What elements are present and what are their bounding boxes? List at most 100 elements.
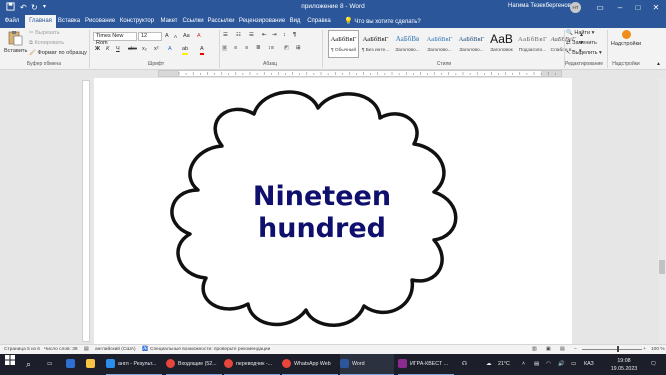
- addins-button[interactable]: Надстройки: [610, 30, 642, 47]
- taskbar-app-inbox[interactable]: Входящие (52...: [166, 354, 222, 375]
- style-title[interactable]: АаВ Заголовок: [486, 30, 517, 58]
- wifi-icon[interactable]: ◠: [546, 354, 551, 375]
- user-name[interactable]: Нагима Тезекбергенова: [508, 3, 574, 9]
- sort-button[interactable]: ↕: [283, 32, 286, 38]
- people-icon[interactable]: ☊: [462, 354, 467, 375]
- taskbar-app-browser[interactable]: англ - Результ...: [106, 354, 162, 375]
- input-language[interactable]: КАЗ: [584, 354, 594, 375]
- strikethrough-button[interactable]: abc: [128, 46, 137, 52]
- zoom-slider[interactable]: [582, 349, 642, 350]
- horizontal-ruler[interactable]: [158, 70, 562, 77]
- minimize-icon[interactable]: –: [610, 0, 630, 15]
- bold-button[interactable]: Ж: [95, 46, 100, 52]
- bullets-button[interactable]: ☰: [223, 32, 228, 38]
- multilevel-list-button[interactable]: ☰: [249, 32, 254, 38]
- style-normal[interactable]: АаБбВвГ ¶ Обычный: [328, 30, 359, 58]
- numbering-button[interactable]: ☷: [236, 32, 241, 38]
- vertical-ruler[interactable]: [82, 80, 90, 342]
- zoom-out-icon[interactable]: −: [574, 347, 577, 352]
- taskbar-app-word[interactable]: Word: [340, 354, 394, 375]
- tray-overflow-icon[interactable]: ˄: [522, 354, 525, 375]
- align-left-button[interactable]: ≡: [222, 45, 228, 51]
- tab-draw[interactable]: Рисование: [85, 15, 115, 28]
- style-heading-1[interactable]: АаБбВв Заголово...: [392, 30, 423, 58]
- increase-indent-button[interactable]: ⇥: [272, 32, 277, 38]
- style-heading-3[interactable]: АаБбВвГ Заголово...: [456, 30, 487, 58]
- page-count[interactable]: Страница 5 из 6: [4, 347, 40, 352]
- cut-button[interactable]: ✂ Вырезать: [29, 30, 60, 36]
- word-count[interactable]: Число слов: 38: [44, 347, 78, 352]
- align-center-button[interactable]: ≡: [234, 45, 237, 51]
- zoom-slider-thumb[interactable]: [617, 346, 619, 352]
- proofing-icon[interactable]: ▤: [84, 347, 89, 352]
- style-no-spacing[interactable]: АаБбВвГ ¶ Без инте...: [360, 30, 391, 58]
- maximize-icon[interactable]: □: [628, 0, 648, 15]
- zoom-in-icon[interactable]: +: [643, 347, 646, 352]
- show-marks-button[interactable]: ¶: [293, 32, 296, 38]
- justify-button[interactable]: ≣: [256, 45, 261, 51]
- windows-icon[interactable]: [5, 354, 15, 375]
- format-painter-button[interactable]: 🖌 Формат по образцу: [29, 50, 87, 56]
- document-page[interactable]: Nineteen hundred: [94, 78, 572, 344]
- replace-button[interactable]: ⇄ Заменить: [566, 40, 597, 46]
- battery-icon[interactable]: ▭: [571, 354, 576, 375]
- zoom-level[interactable]: 100 %: [651, 347, 665, 352]
- cloud-shape[interactable]: Nineteen hundred: [94, 78, 572, 344]
- highlight-button[interactable]: ab: [182, 46, 189, 55]
- decrease-indent-button[interactable]: ⇤: [262, 32, 267, 38]
- vertical-scrollbar[interactable]: [658, 78, 666, 344]
- clear-formatting-button[interactable]: A: [197, 33, 201, 39]
- accessibility-status[interactable]: Специальные возможности: проверьте реком…: [150, 347, 270, 352]
- style-heading-2[interactable]: АаБбВвГ Заголово...: [424, 30, 455, 58]
- tab-insert[interactable]: Вставка: [57, 15, 81, 28]
- print-layout-icon[interactable]: ▣: [546, 347, 551, 352]
- select-button[interactable]: ↖ Выделить ▾: [566, 50, 602, 56]
- tab-help[interactable]: Справка: [305, 15, 333, 28]
- line-spacing-button[interactable]: ↕≡: [268, 45, 274, 51]
- widgets-icon[interactable]: [66, 354, 78, 375]
- taskbar-app-winrar[interactable]: ИГРА-КВЕСТ ...: [398, 354, 454, 375]
- paste-button[interactable]: Вставить: [4, 30, 27, 54]
- weather-icon[interactable]: ☁: [486, 354, 491, 375]
- tab-mailings[interactable]: Рассылки: [207, 15, 235, 28]
- network-icon[interactable]: ▤: [534, 354, 539, 375]
- web-layout-icon[interactable]: ▤: [560, 347, 565, 352]
- volume-icon[interactable]: 🔊: [558, 354, 565, 375]
- tab-review[interactable]: Рецензирование: [238, 15, 286, 28]
- borders-button[interactable]: ⊞: [296, 45, 301, 51]
- tab-design[interactable]: Конструктор: [118, 15, 156, 28]
- tab-layout[interactable]: Макет: [159, 15, 179, 28]
- avatar[interactable]: НТ: [570, 2, 581, 13]
- copy-button[interactable]: ⧉ Копировать: [29, 40, 64, 47]
- subscript-button[interactable]: x₂: [142, 46, 147, 52]
- underline-button[interactable]: Ч: [116, 46, 120, 52]
- tab-home[interactable]: Главная: [25, 15, 56, 28]
- superscript-button[interactable]: x²: [154, 46, 159, 52]
- collapse-ribbon-icon[interactable]: ▲: [656, 61, 661, 67]
- taskbar-app-whatsapp[interactable]: WhatsApp Web: [282, 354, 338, 375]
- find-button[interactable]: 🔍 Найти ▾: [566, 30, 594, 36]
- taskbar-app-translator[interactable]: переводчик -...: [224, 354, 280, 375]
- italic-button[interactable]: К: [106, 46, 109, 52]
- text-effects-button[interactable]: A: [168, 46, 172, 52]
- close-icon[interactable]: ✕: [646, 0, 666, 15]
- task-view-icon[interactable]: ▭: [47, 354, 52, 375]
- shrink-font-button[interactable]: A: [174, 34, 177, 39]
- search-icon[interactable]: ⌕: [26, 354, 31, 375]
- ribbon-display-icon[interactable]: ▭: [590, 0, 610, 15]
- font-size-select[interactable]: 12: [138, 32, 162, 41]
- scrollbar-thumb[interactable]: [659, 260, 665, 274]
- tab-references[interactable]: Ссылки: [182, 15, 204, 28]
- style-subtitle[interactable]: АаБбВвГ Подзаголо...: [517, 30, 548, 58]
- language-indicator[interactable]: английский (США): [95, 347, 136, 352]
- tab-view[interactable]: Вид: [289, 15, 301, 28]
- align-right-button[interactable]: ≡: [245, 45, 248, 51]
- tell-me-search[interactable]: 💡 Что вы хотите сделать?: [344, 15, 421, 28]
- tab-file[interactable]: Файл: [2, 15, 22, 28]
- shading-button[interactable]: ◩: [284, 45, 289, 51]
- change-case-button[interactable]: Aa: [183, 33, 190, 39]
- font-color-button[interactable]: A: [200, 46, 204, 55]
- clock[interactable]: 19:08 19.05.2023: [604, 354, 644, 375]
- read-mode-icon[interactable]: ▥: [532, 347, 537, 352]
- weather-temp[interactable]: 21°C: [498, 354, 510, 375]
